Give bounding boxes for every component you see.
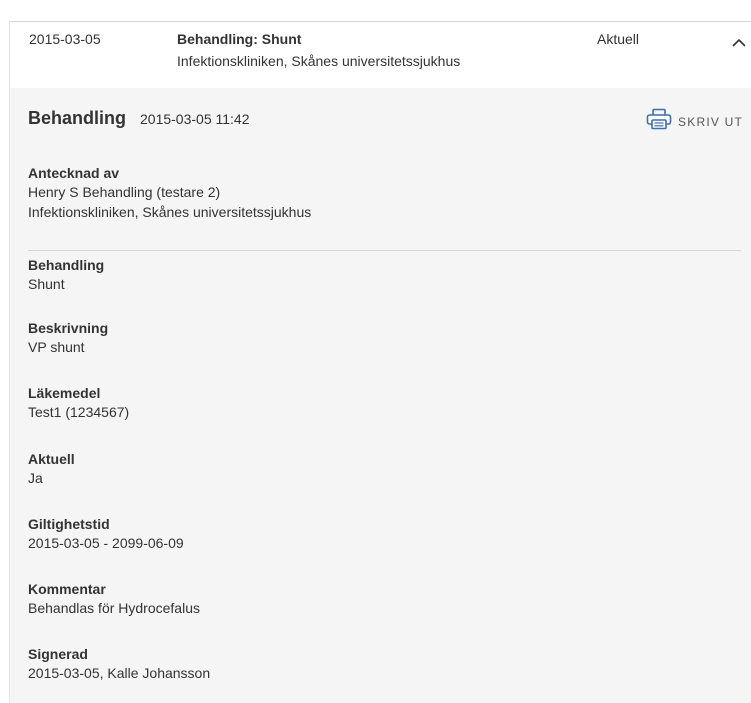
treatment-detail-panel: Behandling 2015-03-05 11:42 SKRIV UT Ant… <box>10 88 751 703</box>
field-signerad: Signerad 2015-03-05, Kalle Johansson <box>28 645 210 683</box>
field-label: Giltighetstid <box>28 516 110 532</box>
field-label: Kommentar <box>28 581 106 597</box>
field-aktuell: Aktuell Ja <box>28 450 75 488</box>
field-value: Test1 (1234567) <box>28 404 130 420</box>
detail-timestamp: 2015-03-05 11:42 <box>140 111 250 127</box>
field-lakemedel: Läkemedel Test1 (1234567) <box>28 384 129 422</box>
field-beskrivning: Beskrivning VP shunt <box>28 319 108 357</box>
detail-header: Behandling 2015-03-05 11:42 <box>28 108 250 129</box>
field-label: Aktuell <box>28 451 75 467</box>
field-label: Signerad <box>28 646 88 662</box>
author-label: Antecknad av <box>28 165 120 181</box>
treatment-summary-row[interactable]: 2015-03-05 Behandling: Shunt Infektionsk… <box>10 21 751 88</box>
field-value: VP shunt <box>28 339 85 355</box>
field-value: 2015-03-05, Kalle Johansson <box>28 665 211 681</box>
printer-icon <box>646 108 672 135</box>
print-button[interactable]: SKRIV UT <box>646 108 743 135</box>
divider <box>28 250 741 251</box>
field-value: Behandlas för Hydrocefalus <box>28 600 200 616</box>
field-value: 2015-03-05 - 2099-06-09 <box>28 535 184 551</box>
summary-clinic: Infektionskliniken, Skånes universitetss… <box>177 53 461 69</box>
field-value: Shunt <box>28 276 65 292</box>
print-label: SKRIV UT <box>678 114 743 129</box>
summary-date: 2015-03-05 <box>29 31 101 47</box>
field-value: Ja <box>28 470 43 486</box>
field-kommentar: Kommentar Behandlas för Hydrocefalus <box>28 580 200 618</box>
author-name: Henry S Behandling (testare 2) <box>28 184 221 200</box>
field-label: Läkemedel <box>28 385 101 401</box>
field-label: Behandling <box>28 257 105 273</box>
summary-status: Aktuell <box>597 31 640 47</box>
author-section: Antecknad av Henry S Behandling (testare… <box>28 164 311 222</box>
field-giltighetstid: Giltighetstid 2015-03-05 - 2099-06-09 <box>28 515 184 553</box>
field-label: Beskrivning <box>28 320 109 336</box>
author-clinic: Infektionskliniken, Skånes universitetss… <box>28 204 312 220</box>
page: 2015-03-05 Behandling: Shunt Infektionsk… <box>0 0 751 703</box>
detail-heading: Behandling <box>28 108 126 128</box>
summary-title: Behandling: Shunt <box>177 31 302 47</box>
field-behandling: Behandling Shunt <box>28 256 104 294</box>
chevron-up-icon[interactable] <box>727 32 751 52</box>
